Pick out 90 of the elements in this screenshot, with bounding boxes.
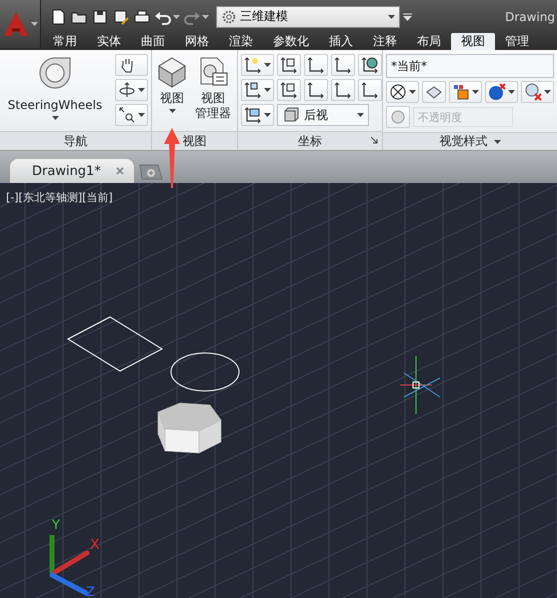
ucs-axes-icon <box>334 56 352 74</box>
ribbon-tab[interactable]: 布局 <box>407 33 451 50</box>
ellipse-shape <box>170 352 240 392</box>
ribbon-tab[interactable]: 插入 <box>319 33 363 50</box>
style-button[interactable] <box>449 81 482 103</box>
ucs-axes-icon <box>280 56 298 74</box>
close-icon[interactable] <box>116 167 124 175</box>
ribbon-tab[interactable]: 曲面 <box>131 33 175 50</box>
cube-icon <box>157 56 187 88</box>
sphere-icon <box>488 83 506 101</box>
ribbon-tab[interactable]: 常用 <box>43 33 87 50</box>
caret-icon <box>544 90 551 94</box>
ribbon-tab[interactable]: 参数化 <box>263 33 319 50</box>
ucs-tool-button[interactable] <box>277 79 301 101</box>
orbit-button[interactable] <box>115 79 148 101</box>
panel-title: 视图 <box>152 131 237 150</box>
caret-icon <box>388 14 395 18</box>
ribbon-tab[interactable]: 注释 <box>363 33 407 50</box>
panel-title: 视觉样式 <box>383 132 557 150</box>
caret-icon <box>173 14 180 18</box>
caret-icon <box>138 113 145 117</box>
caret-icon <box>409 90 416 94</box>
ucs-axes-icon <box>280 81 298 99</box>
ribbon-tab[interactable]: 实体 <box>87 33 131 50</box>
ucs-tool-button[interactable] <box>331 79 355 101</box>
caret-icon <box>264 113 271 117</box>
panel-title: 坐标 <box>238 131 382 150</box>
customize-menu-icon[interactable] <box>403 12 412 20</box>
crosshair-cursor <box>400 356 440 414</box>
ribbon-tab[interactable]: 渲染 <box>219 33 263 50</box>
style-button[interactable] <box>422 81 446 103</box>
ucs-tool-button[interactable] <box>358 79 382 101</box>
caret-icon <box>494 140 500 144</box>
ucs-axes-icon <box>361 56 379 74</box>
ribbon-tab[interactable]: 网格 <box>175 33 219 50</box>
ucs-button[interactable] <box>241 104 274 126</box>
ucs-axes-icon <box>334 81 352 99</box>
hexagonal-prism <box>158 402 222 454</box>
orbit-icon <box>118 81 136 99</box>
window-title: Drawing <box>505 10 556 24</box>
caret-icon <box>202 14 209 18</box>
dialog-launcher-icon[interactable] <box>371 137 378 144</box>
caret-icon <box>264 88 271 92</box>
save-as-icon <box>112 8 130 26</box>
steering-wheels-button[interactable]: SteeringWheels <box>3 54 107 127</box>
ucs-tool-button[interactable] <box>304 79 328 101</box>
caret-icon <box>52 116 58 120</box>
document-tab[interactable]: Drawing1* <box>10 159 134 183</box>
colored-cube-icon <box>452 83 470 101</box>
box-icon <box>282 106 300 124</box>
ucs-axes-icon <box>361 81 379 99</box>
panel-title: 导航 <box>0 131 151 150</box>
ucs-button[interactable] <box>241 79 274 101</box>
ribbon-tab[interactable]: 管理 <box>495 33 539 50</box>
application-menu-button[interactable] <box>0 0 41 48</box>
view-button[interactable]: 视图 <box>155 54 189 127</box>
caret-icon <box>168 109 176 113</box>
ucs-tool-button[interactable] <box>277 54 301 76</box>
ucs-button[interactable] <box>241 54 274 76</box>
caret-icon <box>508 90 515 94</box>
viewport-label[interactable]: [-][东北等轴测][当前] <box>6 190 113 205</box>
style-button[interactable] <box>386 81 419 103</box>
save-icon <box>91 8 109 26</box>
ribbon-tab[interactable]: 视图 <box>451 33 495 50</box>
view-manager-button[interactable]: 视图 管理器 <box>193 54 233 127</box>
zoom-icon <box>118 106 136 124</box>
ucs-tool-button[interactable] <box>331 54 355 76</box>
new-tab-icon[interactable] <box>138 163 164 181</box>
ucs-axes-icon <box>307 81 325 99</box>
print-icon <box>133 8 151 26</box>
gear-icon <box>221 8 237 24</box>
view-dropdown[interactable]: 后视 <box>277 104 369 126</box>
ucs-tool-button[interactable] <box>358 54 382 76</box>
visual-style-dropdown[interactable]: *当前* <box>386 54 554 78</box>
caret-icon <box>138 88 145 92</box>
caret-icon <box>30 22 38 26</box>
ucs-rotate-icon <box>244 81 262 99</box>
zoom-button[interactable] <box>115 104 148 126</box>
logo-icon <box>2 11 28 37</box>
steering-wheel-icon <box>38 56 72 90</box>
pan-button[interactable] <box>115 54 148 76</box>
annotation-arrow <box>164 128 180 188</box>
caret-icon <box>264 63 271 67</box>
ucs-axes-icon <box>307 56 325 74</box>
caret-icon <box>472 90 479 94</box>
workspace-dropdown[interactable]: 三维建模 <box>216 6 400 28</box>
ucs-tool-button[interactable] <box>304 54 328 76</box>
caret-icon <box>357 113 364 117</box>
ucs-plane-icon <box>244 106 262 124</box>
ucs-world-icon <box>244 56 262 74</box>
